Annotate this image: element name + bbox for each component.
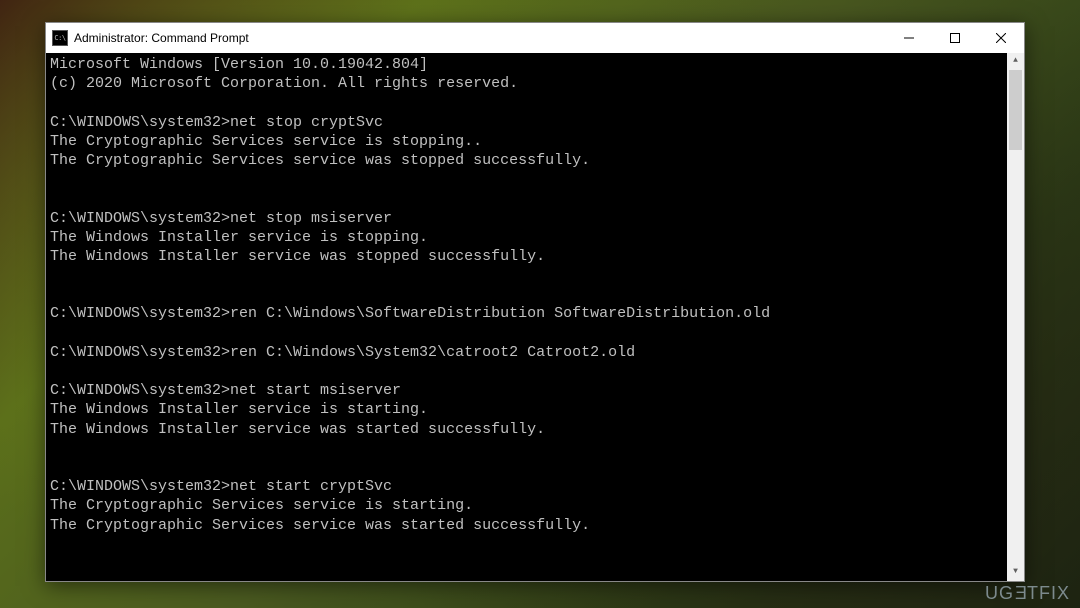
terminal-area[interactable]: Microsoft Windows [Version 10.0.19042.80… bbox=[46, 53, 1024, 581]
minimize-icon bbox=[904, 33, 914, 43]
titlebar[interactable]: C:\ Administrator: Command Prompt bbox=[46, 23, 1024, 53]
scroll-up-button[interactable]: ▲ bbox=[1007, 53, 1024, 70]
cmd-icon-text: C:\ bbox=[54, 35, 65, 42]
maximize-button[interactable] bbox=[932, 23, 978, 53]
window-controls bbox=[886, 23, 1024, 53]
close-icon bbox=[996, 33, 1006, 43]
command-prompt-window: C:\ Administrator: Command Prompt Micros… bbox=[45, 22, 1025, 582]
watermark: UGETFIX bbox=[985, 583, 1070, 604]
terminal-output: Microsoft Windows [Version 10.0.19042.80… bbox=[50, 55, 1004, 535]
scroll-down-button[interactable]: ▼ bbox=[1007, 564, 1024, 581]
cmd-icon: C:\ bbox=[52, 30, 68, 46]
close-button[interactable] bbox=[978, 23, 1024, 53]
scroll-thumb[interactable] bbox=[1009, 70, 1022, 150]
watermark-text: UGETFIX bbox=[985, 583, 1070, 603]
window-title: Administrator: Command Prompt bbox=[74, 31, 886, 45]
maximize-icon bbox=[950, 33, 960, 43]
minimize-button[interactable] bbox=[886, 23, 932, 53]
scrollbar[interactable]: ▲ ▼ bbox=[1007, 53, 1024, 581]
